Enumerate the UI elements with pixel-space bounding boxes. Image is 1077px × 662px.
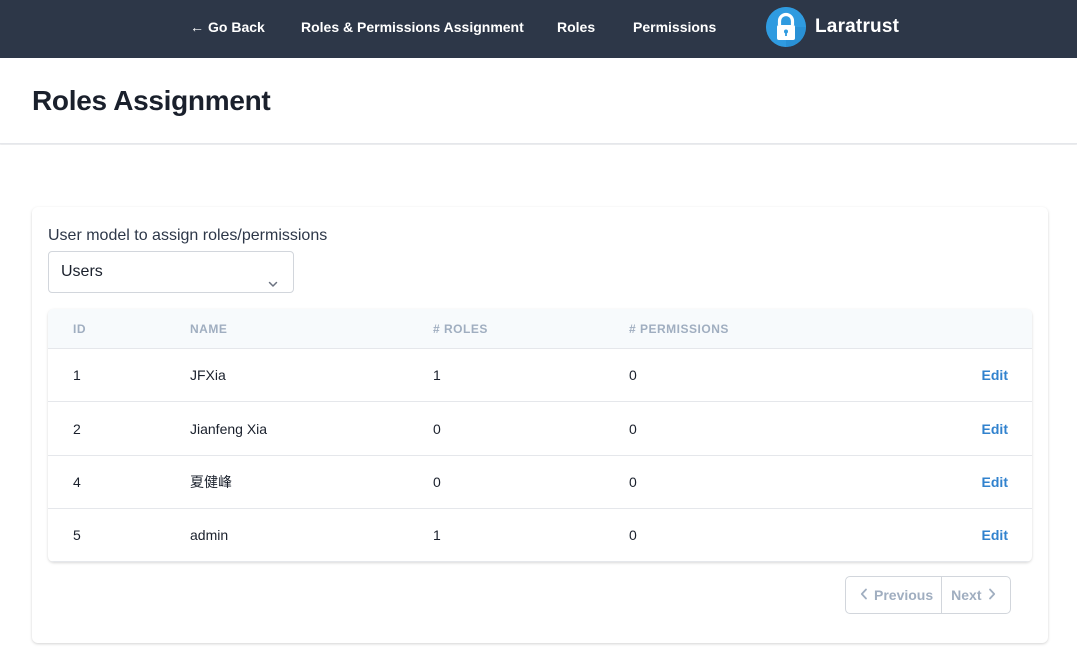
column-header-permissions: # Permissions (629, 322, 729, 336)
nav-roles[interactable]: Roles (557, 0, 595, 54)
user-model-label: User model to assign roles/permissions (48, 227, 328, 244)
cell-roles: 1 (433, 367, 441, 383)
table-row: 4 夏健峰 0 0 Edit (48, 456, 1032, 509)
page-title: Roles Assignment (32, 85, 271, 116)
pagination: Previous Next (845, 576, 1011, 614)
edit-link[interactable]: Edit (982, 509, 1008, 562)
cell-name: admin (190, 527, 229, 543)
table-row: 5 admin 1 0 Edit (48, 509, 1032, 562)
cell-permissions: 0 (629, 421, 637, 437)
cell-permissions: 0 (629, 474, 637, 490)
nav-permissions[interactable]: Permissions (633, 0, 716, 54)
cell-id: 5 (73, 527, 81, 543)
arrow-left-icon: ← (190, 19, 204, 35)
cell-roles: 0 (433, 474, 441, 490)
go-back-label: Go Back (208, 19, 265, 35)
cell-name: JFXia (190, 367, 226, 383)
cell-id: 4 (73, 474, 81, 490)
edit-link[interactable]: Edit (982, 456, 1008, 509)
column-header-name: Name (190, 322, 228, 336)
chevron-down-icon (267, 266, 279, 306)
table-row: 1 JFXia 1 0 Edit (48, 349, 1032, 402)
cell-id: 1 (73, 367, 81, 383)
users-table: ID Name # Roles # Permissions 1 JFXia 1 … (48, 309, 1032, 562)
cell-roles: 1 (433, 527, 441, 543)
column-header-roles: # Roles (433, 322, 488, 336)
brand[interactable]: Laratrust (766, 7, 899, 47)
cell-permissions: 0 (629, 527, 637, 543)
next-button[interactable]: Next (941, 577, 1009, 613)
column-header-id: ID (73, 322, 86, 336)
table-header: ID Name # Roles # Permissions (48, 309, 1032, 349)
previous-label: Previous (874, 587, 934, 603)
edit-link[interactable]: Edit (982, 349, 1008, 402)
next-label: Next (951, 587, 982, 603)
edit-link[interactable]: Edit (982, 403, 1008, 456)
table-row: 2 Jianfeng Xia 0 0 Edit (48, 403, 1032, 456)
cell-roles: 0 (433, 421, 441, 437)
cell-name: Jianfeng Xia (190, 421, 268, 437)
cell-permissions: 0 (629, 367, 637, 383)
user-model-selected-value: Users (61, 263, 103, 280)
assignment-card: User model to assign roles/permissions U… (32, 207, 1048, 643)
lock-icon (766, 7, 806, 47)
nav-roles-permissions-assignment[interactable]: Roles & Permissions Assignment (301, 0, 524, 54)
go-back-link[interactable]: ← Go Back (190, 0, 265, 54)
cell-id: 2 (73, 421, 81, 437)
chevron-left-icon (860, 577, 868, 613)
page-header: Roles Assignment (0, 58, 1077, 144)
chevron-right-icon (988, 577, 996, 613)
cell-name: 夏健峰 (190, 474, 232, 490)
user-model-select[interactable]: Users (48, 251, 294, 293)
top-navbar: ← Go Back Roles & Permissions Assignment … (0, 0, 1077, 58)
previous-button[interactable]: Previous (846, 577, 941, 613)
brand-name: Laratrust (815, 16, 900, 37)
